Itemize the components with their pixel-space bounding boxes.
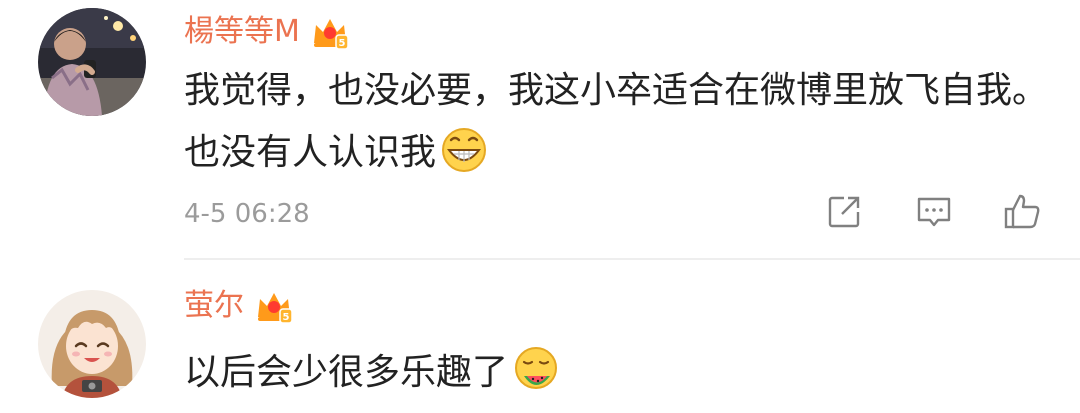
comment-item: 楊等等M 5 我觉得，也没必要，我这小卒适合在微博里放飞自我。也没有人认识我 4…	[0, 0, 1080, 258]
avatar-photo	[38, 8, 146, 116]
vip-crown-icon[interactable]: 5	[254, 287, 294, 325]
vip-crown-icon[interactable]: 5	[310, 13, 350, 51]
avatar-anime-girl	[38, 290, 146, 398]
timestamp: 4-5 06:28	[184, 199, 310, 229]
username[interactable]: 楊等等M	[184, 12, 300, 52]
comment-text: 以后会少很多乐趣了	[184, 342, 1054, 404]
like-icon	[1004, 194, 1040, 229]
username[interactable]: 萤尔	[184, 286, 244, 326]
comment-header: 楊等等M 5	[184, 12, 350, 52]
divider	[184, 258, 1080, 260]
comment-text-content: 以后会少很多乐趣了	[184, 352, 509, 393]
like-button[interactable]	[1002, 192, 1042, 232]
comment-text-content: 我觉得，也没必要，我这小卒适合在微博里放飞自我。也没有人认识我	[184, 70, 1049, 173]
avatar[interactable]	[38, 8, 146, 116]
comment-header: 萤尔 5	[184, 286, 294, 326]
svg-text:5: 5	[283, 312, 290, 323]
comment-meta: 4-5 06:28	[184, 190, 1080, 238]
svg-text:5: 5	[338, 38, 345, 49]
share-icon	[828, 196, 860, 228]
share-button[interactable]	[824, 192, 864, 232]
comment-button[interactable]	[914, 192, 954, 232]
avatar[interactable]	[38, 290, 146, 398]
eating-watermelon-emoji-icon	[515, 347, 558, 389]
comment-icon	[917, 197, 951, 227]
grin-emoji-icon	[442, 128, 487, 172]
comment-text: 我觉得，也没必要，我这小卒适合在微博里放飞自我。也没有人认识我	[184, 60, 1054, 184]
comment-item: 萤尔 5 以后会少很多乐趣了	[0, 262, 1080, 413]
